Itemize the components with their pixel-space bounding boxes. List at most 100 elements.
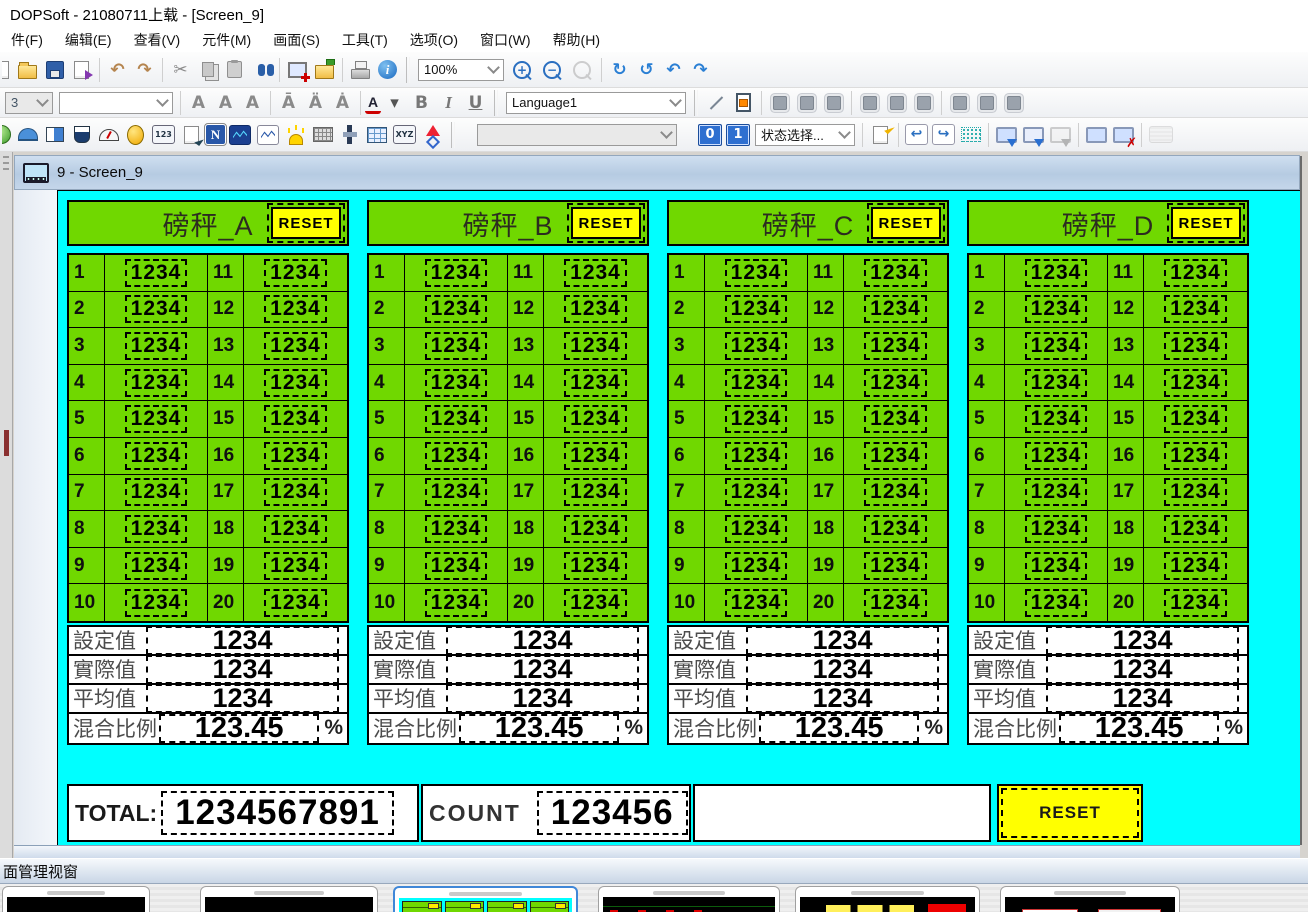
bar-element-icon[interactable] (41, 122, 68, 148)
delta-link-element-icon[interactable] (419, 122, 446, 148)
screen-thumbnail-2[interactable] (200, 886, 378, 912)
numeric-display[interactable]: 1234 (425, 478, 488, 506)
numeric-display[interactable]: 1234 (564, 405, 627, 433)
numeric-display[interactable]: 1234 (1164, 589, 1227, 617)
tank-element-icon[interactable] (68, 122, 95, 148)
xy-curve-element-icon[interactable] (257, 125, 279, 145)
numeric-display[interactable]: 1234 (425, 259, 488, 287)
menu-item-3[interactable]: 查看(V) (123, 27, 192, 53)
numeric-display[interactable]: 1234 (864, 589, 927, 617)
state-0-button[interactable]: 0 (698, 124, 722, 146)
language-combo[interactable]: Language1 (506, 92, 686, 114)
numeric-display[interactable]: 1234 (125, 369, 188, 397)
numeric-display[interactable]: 1234 (1164, 405, 1227, 433)
font-combo[interactable] (59, 92, 173, 114)
draw-line-icon[interactable] (703, 90, 730, 116)
line-spacing-bottom-icon[interactable]: Ȧ (329, 90, 356, 116)
dock-strip[interactable] (0, 152, 13, 858)
panel-reset-button[interactable]: RESET (271, 207, 341, 239)
numeric-display[interactable]: 1234 (725, 515, 788, 543)
numeric-display[interactable]: 1234 (146, 626, 339, 655)
numeric-display[interactable]: 1234 (1025, 369, 1088, 397)
line-spacing-top-icon[interactable]: Ā (275, 90, 302, 116)
numeric-display[interactable]: 123.45 (459, 714, 619, 743)
numeric-display[interactable]: 1234 (1164, 369, 1227, 397)
numeric-display[interactable]: 1234 (125, 259, 188, 287)
font-color-caret-icon[interactable]: ▾ (381, 90, 408, 116)
numeric-display[interactable]: 1234 (1025, 295, 1088, 323)
download-all-icon[interactable] (1020, 122, 1047, 148)
new-file-icon[interactable] (2, 57, 14, 83)
open-file-icon[interactable] (14, 57, 41, 83)
numeric-display[interactable]: 1234 (425, 515, 488, 543)
panel-reset-button[interactable]: RESET (571, 207, 641, 239)
numeric-display[interactable]: 1234 (864, 405, 927, 433)
menu-item-6[interactable]: 工具(T) (331, 27, 399, 53)
numeric-display[interactable]: 1234 (425, 442, 488, 470)
state-select-combo[interactable]: 状态选择... (755, 124, 855, 146)
numeric-display[interactable]: 1234 (864, 369, 927, 397)
numeric-display[interactable]: 1234 (725, 332, 788, 360)
numeric-display[interactable]: 1234 (425, 369, 488, 397)
alarm-element-icon[interactable] (282, 122, 309, 148)
element-properties-icon[interactable] (867, 122, 894, 148)
bold-icon[interactable]: B (408, 90, 435, 116)
numeric-display-element-icon[interactable]: 123 (152, 125, 175, 144)
meter-element-icon[interactable] (95, 122, 122, 148)
numeric-display[interactable]: 123.45 (159, 714, 319, 743)
numeric-display[interactable]: 1234 (746, 626, 939, 655)
numeric-display[interactable]: 123.45 (759, 714, 919, 743)
numeric-display[interactable]: 1234 (1164, 295, 1227, 323)
zoom-in-icon[interactable]: + (513, 61, 531, 79)
copy-icon[interactable] (194, 57, 221, 83)
numeric-display[interactable]: 1234 (446, 684, 639, 713)
numeric-display[interactable]: 1234 (1046, 655, 1239, 684)
total-value-display[interactable]: 1234567891 (161, 791, 394, 835)
numeric-display[interactable]: 1234 (564, 442, 627, 470)
numeric-display[interactable]: 1234 (1025, 405, 1088, 433)
numeric-display[interactable]: 1234 (425, 552, 488, 580)
numeric-display[interactable]: 1234 (125, 552, 188, 580)
numeric-display[interactable]: 1234 (146, 684, 339, 713)
numeric-display[interactable]: 1234 (725, 369, 788, 397)
numeric-display[interactable]: 1234 (264, 295, 327, 323)
numeric-display[interactable]: 1234 (125, 589, 188, 617)
numeric-display[interactable]: 1234 (264, 259, 327, 287)
numeric-display[interactable]: 1234 (1164, 515, 1227, 543)
menu-item-8[interactable]: 窗口(W) (469, 27, 542, 53)
prev-screen-icon[interactable]: ↩ (905, 124, 928, 145)
numeric-display[interactable]: 1234 (725, 552, 788, 580)
add-screen-icon[interactable] (284, 57, 311, 83)
screen-number-combo[interactable]: 3 (5, 92, 53, 114)
numeric-display[interactable]: 1234 (564, 478, 627, 506)
panel-reset-button[interactable]: RESET (1171, 207, 1241, 239)
numeric-display[interactable]: 1234 (446, 626, 639, 655)
numeric-display[interactable]: 1234 (864, 442, 927, 470)
redo-icon[interactable]: ↷ (131, 57, 158, 83)
numeric-display[interactable]: 1234 (864, 332, 927, 360)
numeric-display[interactable]: 1234 (746, 684, 939, 713)
numeric-display[interactable]: 1234 (125, 478, 188, 506)
export-icon[interactable] (68, 57, 95, 83)
char-spacing-increase-icon[interactable]: A (239, 90, 266, 116)
numeric-display[interactable]: 1234 (425, 405, 488, 433)
italic-icon[interactable]: I (435, 90, 462, 116)
trend-graph-element-icon[interactable] (229, 125, 251, 145)
align-left-icon[interactable] (766, 90, 793, 116)
numeric-display[interactable]: 1234 (264, 405, 327, 433)
same-width-icon[interactable] (946, 90, 973, 116)
numeric-display[interactable]: 1234 (125, 442, 188, 470)
numeric-display[interactable]: 1234 (564, 515, 627, 543)
align-bottom-icon[interactable] (910, 90, 937, 116)
numeric-display[interactable]: 1234 (864, 552, 927, 580)
numeric-display[interactable]: 1234 (1025, 552, 1088, 580)
numeric-display[interactable]: 1234 (1025, 478, 1088, 506)
element-description-combo[interactable] (477, 124, 677, 146)
numeric-display[interactable]: 1234 (564, 332, 627, 360)
numeric-display[interactable]: 1234 (564, 369, 627, 397)
char-spacing-default-icon[interactable]: A (212, 90, 239, 116)
align-center-horizontal-icon[interactable] (793, 90, 820, 116)
numeric-display[interactable]: 1234 (1164, 259, 1227, 287)
info-icon[interactable]: i (378, 60, 397, 79)
next-screen-icon[interactable]: ↪ (932, 124, 955, 145)
